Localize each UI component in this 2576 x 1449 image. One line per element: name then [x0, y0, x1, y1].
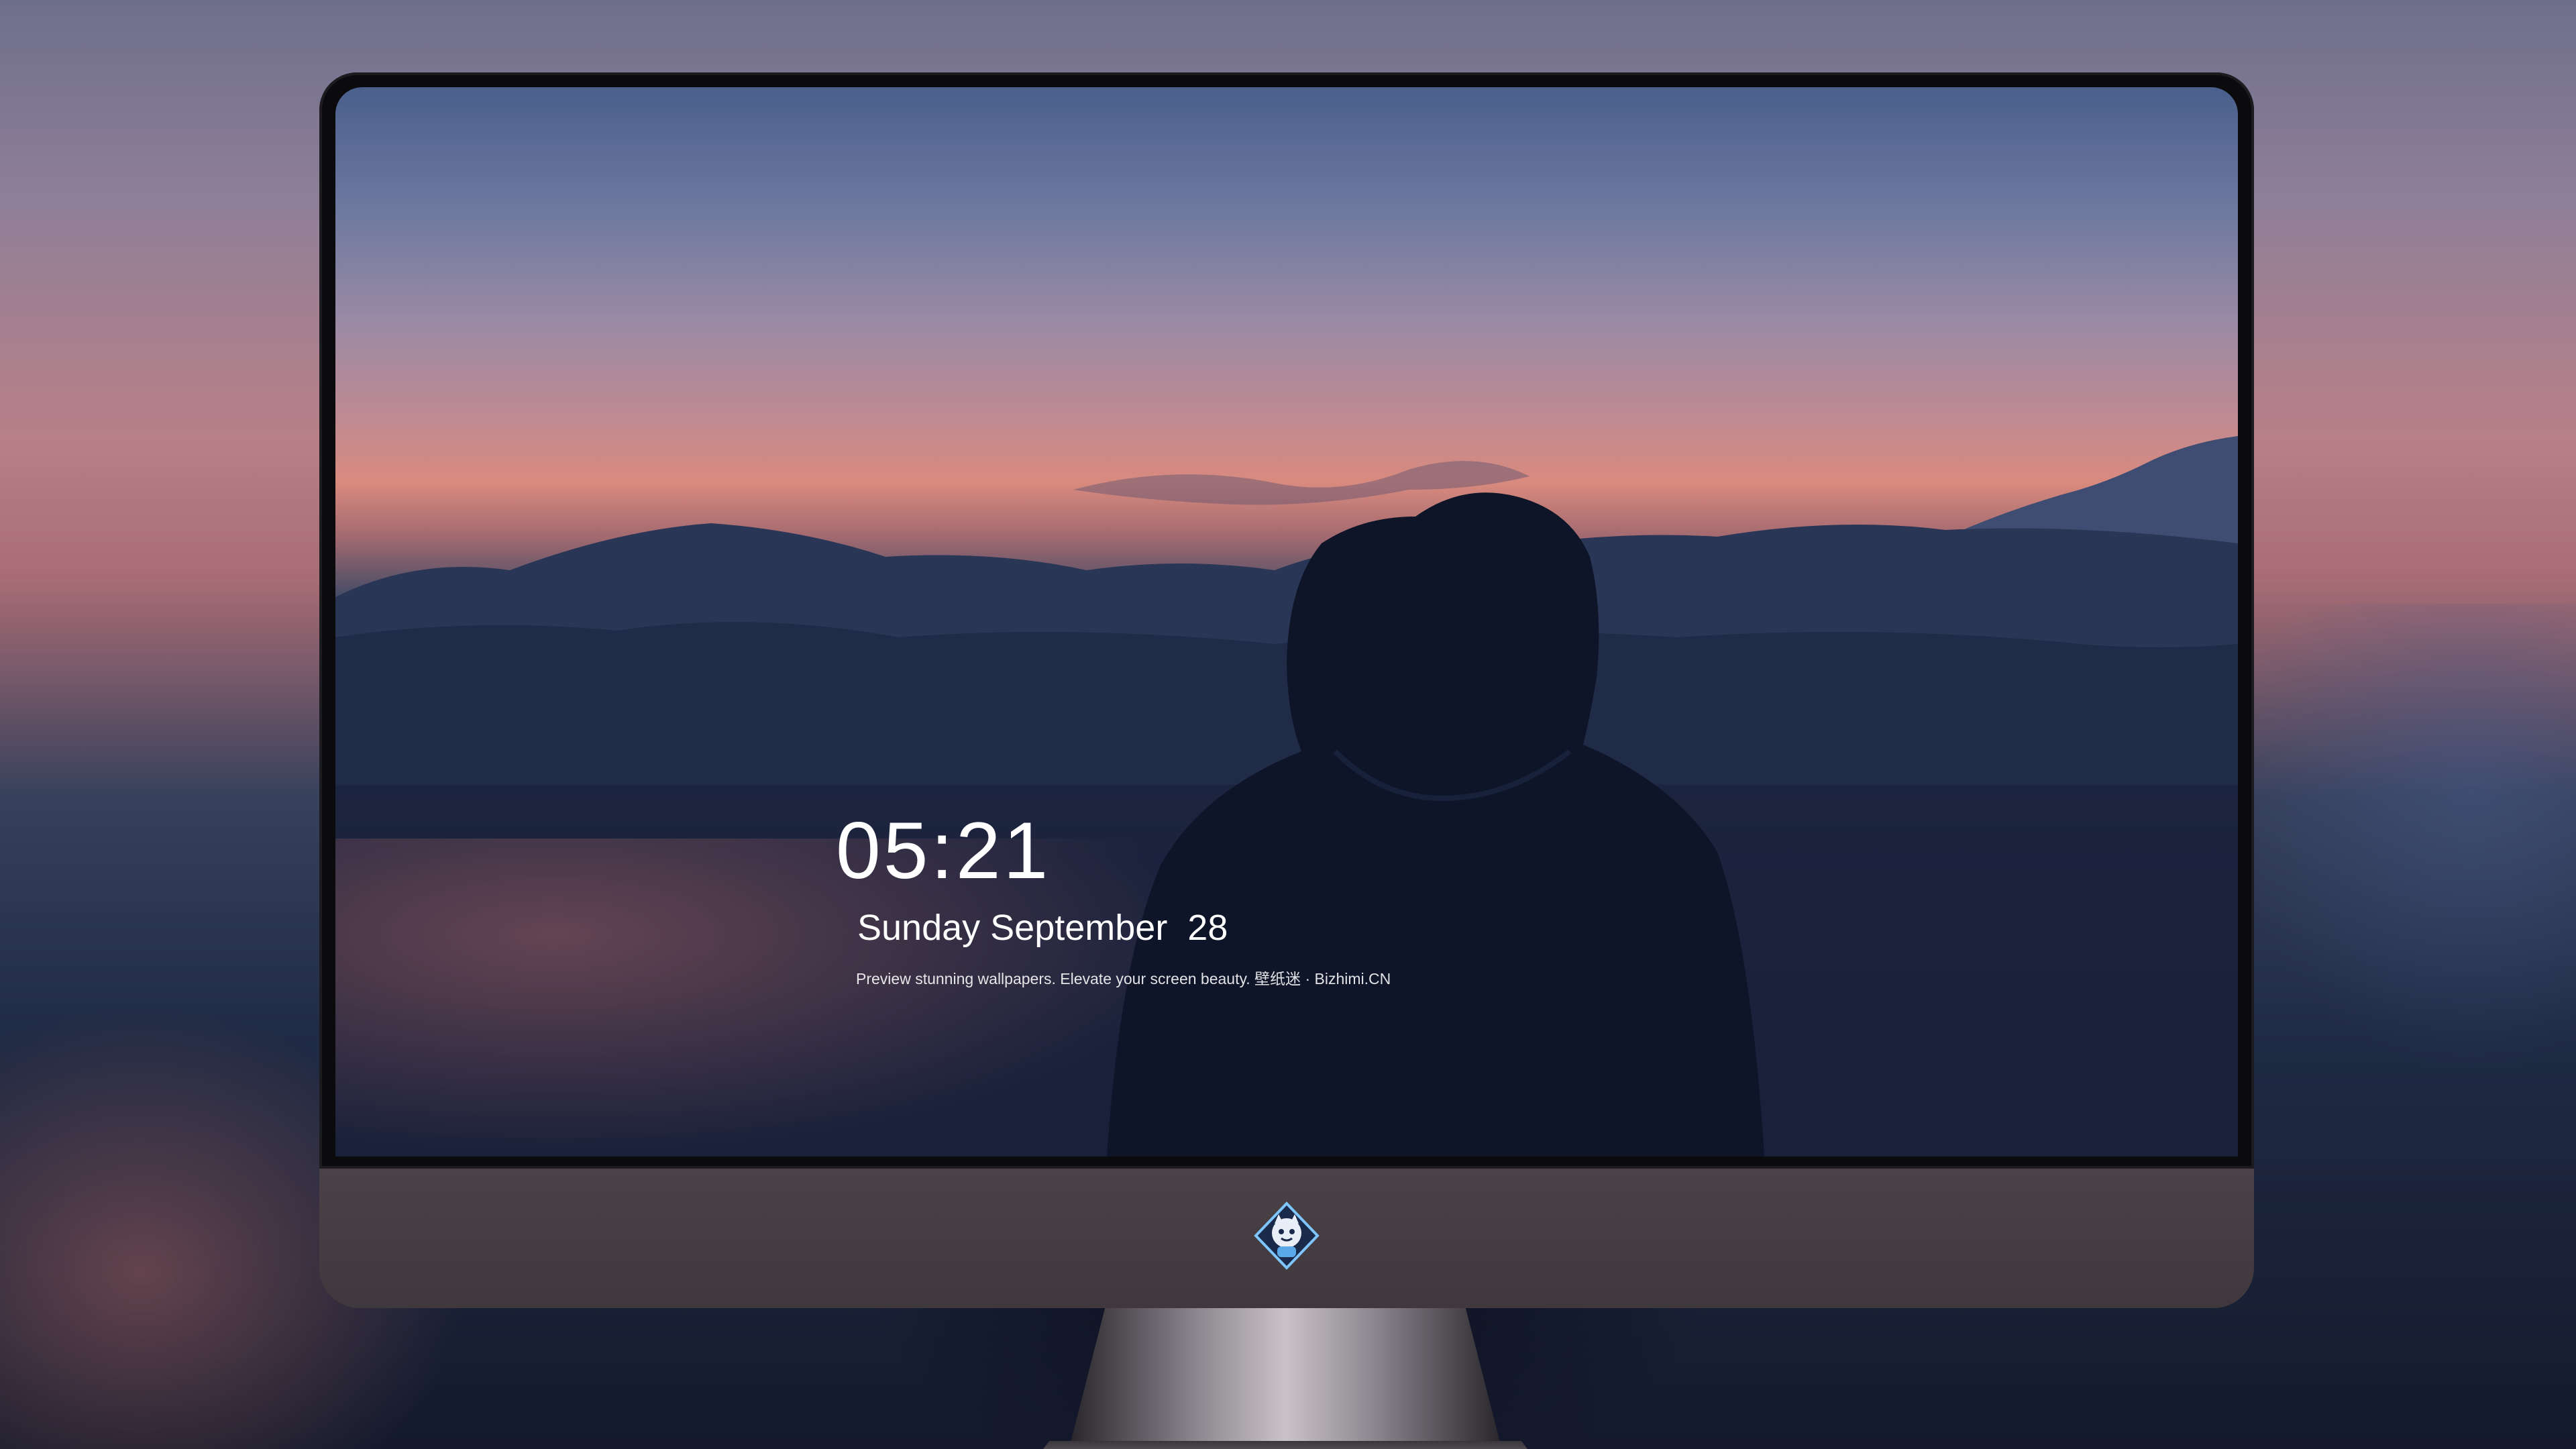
lock-screen[interactable]: 05:21 Sunday September 28 Preview stunni… — [335, 87, 2238, 1157]
monitor: 05:21 Sunday September 28 Preview stunni… — [319, 72, 2254, 1449]
monitor-stand-base — [990, 1441, 1580, 1449]
mascot-logo-icon — [1254, 1201, 1320, 1270]
monitor-chin — [319, 1169, 2254, 1308]
hooded-figure — [1107, 492, 1764, 1157]
background-glow-right — [2227, 604, 2576, 1073]
lock-screen-date: Sunday September 28 — [857, 908, 1228, 948]
lock-screen-clock: 05:21 — [836, 806, 1051, 896]
wallpaper-caption: Preview stunning wallpapers. Elevate you… — [856, 970, 1391, 987]
monitor-bezel: 05:21 Sunday September 28 Preview stunni… — [319, 72, 2254, 1169]
monitor-stand-neck — [1071, 1308, 1500, 1442]
